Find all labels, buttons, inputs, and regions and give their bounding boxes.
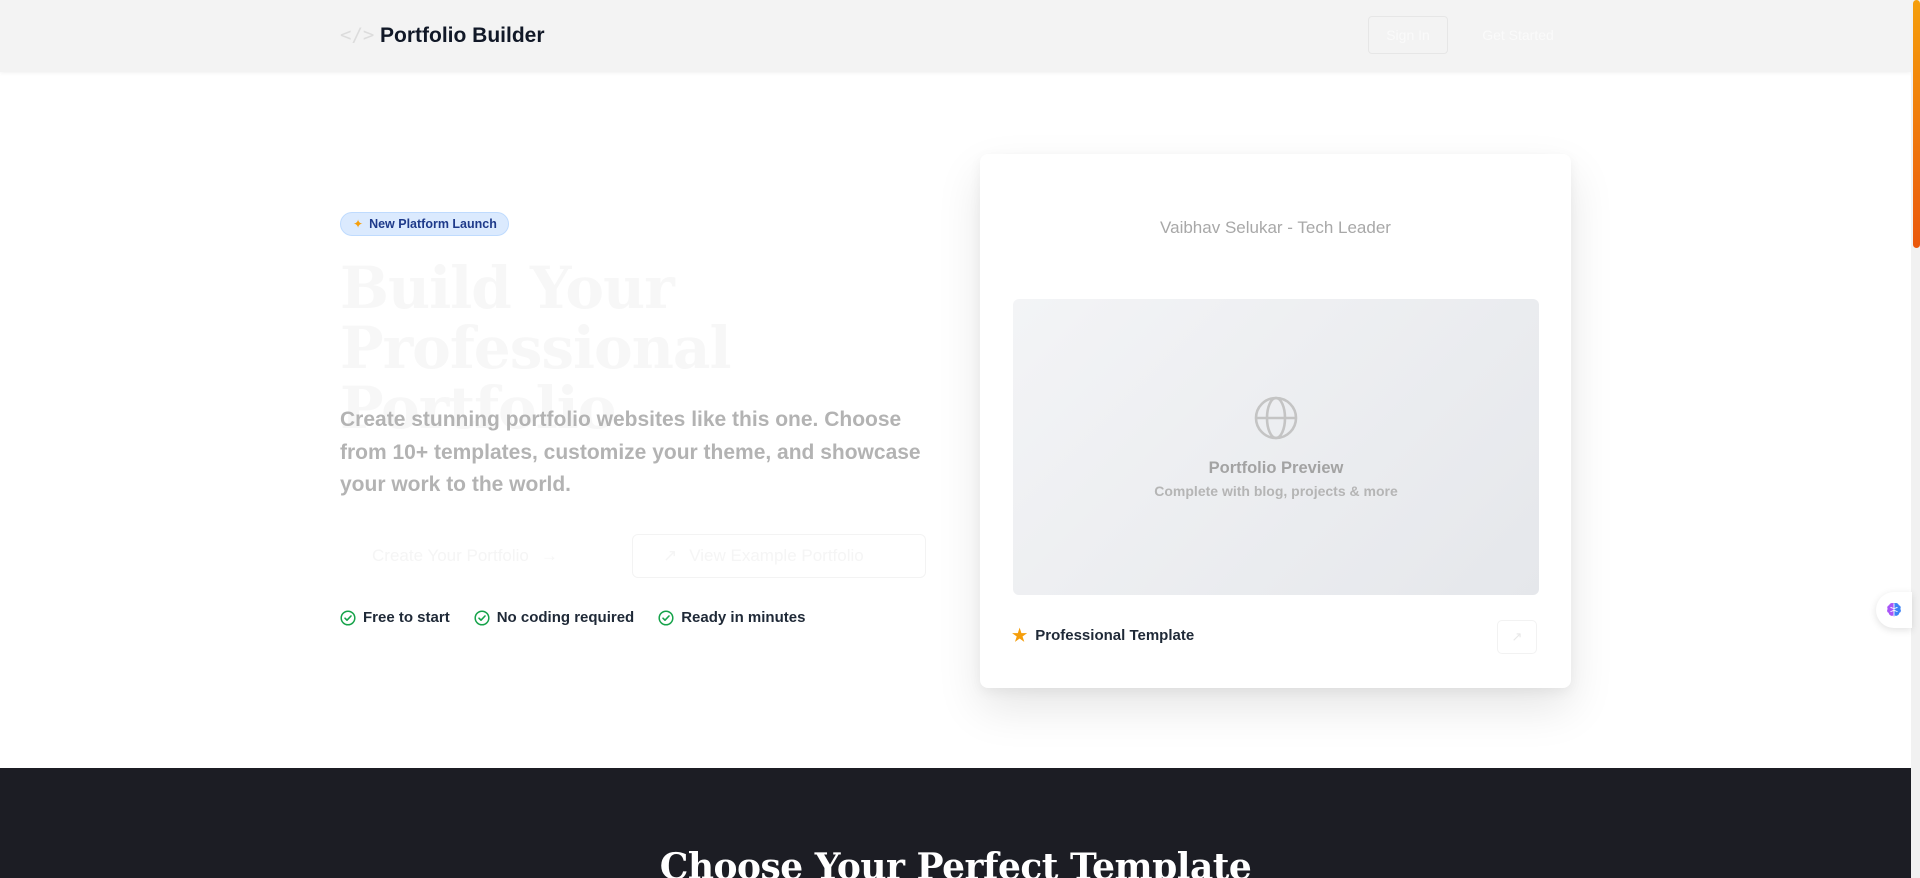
hero-subtitle: Create stunning portfolio websites like …	[340, 408, 921, 496]
sign-in-button[interactable]: Sign In	[1368, 16, 1448, 54]
feature-item: No coding required	[474, 609, 635, 626]
scrollbar-thumb[interactable]	[1913, 0, 1920, 248]
globe-icon	[1254, 396, 1298, 440]
sparkles-icon: ✦	[353, 217, 364, 231]
preview-title: Portfolio Preview	[1208, 459, 1344, 477]
external-link-icon: ↗	[1511, 629, 1523, 644]
external-link-icon: ↗	[663, 546, 678, 565]
view-example-button[interactable]: ↗ View Example Portfolio	[632, 534, 926, 578]
ai-assistant-widget[interactable]	[1876, 592, 1912, 628]
feature-label: Ready in minutes	[681, 609, 806, 626]
feature-item: Ready in minutes	[658, 609, 805, 626]
templates-section-title: Choose Your Perfect Template	[659, 846, 1252, 878]
templates-section: Choose Your Perfect Template	[0, 768, 1911, 878]
arrow-right-icon: →	[540, 546, 558, 565]
hero-title-line-1: Build Your	[340, 254, 675, 322]
get-started-button[interactable]: Get Started	[1466, 16, 1570, 54]
check-circle-icon	[658, 609, 674, 626]
top-navigation-bar: </> Portfolio Builder Sign In Get Starte…	[0, 0, 1911, 72]
card-action-button[interactable]: ↗	[1497, 620, 1537, 654]
code-icon: </>	[340, 24, 375, 46]
card-title: Vaibhav Selukar - Tech Leader	[1160, 218, 1391, 237]
badge-label: New Platform Launch	[369, 217, 497, 231]
feature-label: No coding required	[496, 609, 635, 626]
check-circle-icon	[340, 609, 356, 626]
new-platform-badge: ✦ New Platform Launch	[340, 212, 509, 236]
template-label: ★ Professional Template	[1012, 627, 1194, 644]
template-label-text: Professional Template	[1035, 627, 1195, 644]
star-icon: ★	[1012, 626, 1028, 645]
feature-label: Free to start	[363, 609, 450, 626]
preview-subtitle: Complete with blog, projects & more	[1154, 483, 1398, 499]
brand-name[interactable]: Portfolio Builder	[380, 22, 545, 50]
create-portfolio-button[interactable]: Create Your Portfolio →	[340, 534, 612, 578]
portfolio-preview-card: Vaibhav Selukar - Tech Leader Portfolio …	[980, 154, 1571, 688]
create-portfolio-label: Create Your Portfolio	[372, 546, 529, 565]
check-circle-icon	[474, 609, 490, 626]
feature-list: Free to start No coding required Ready i…	[340, 609, 805, 626]
view-example-label: View Example Portfolio	[689, 546, 864, 565]
portfolio-preview-area: Portfolio Preview Complete with blog, pr…	[1013, 299, 1539, 595]
brain-icon	[1887, 602, 1901, 617]
feature-item: Free to start	[340, 609, 450, 626]
